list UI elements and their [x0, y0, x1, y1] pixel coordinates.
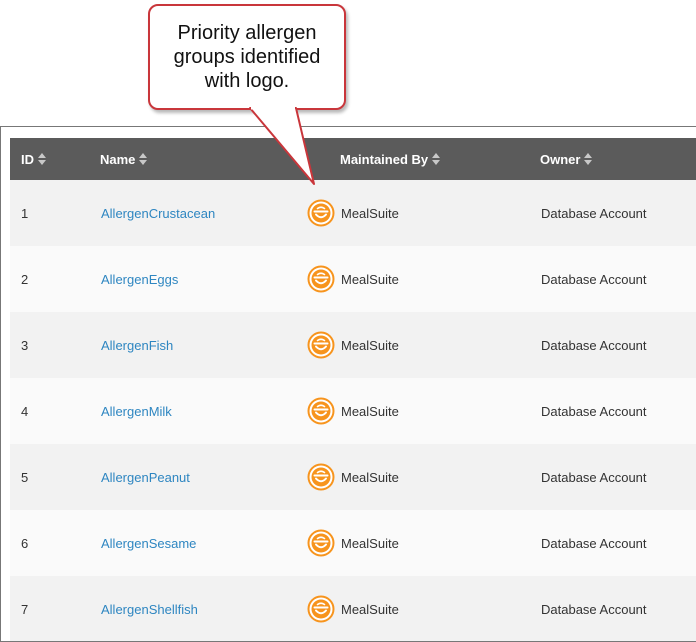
cell-id: 7 — [21, 601, 29, 617]
table-row: 1 AllergenCrustacean MealSuite Database … — [10, 180, 696, 246]
header-owner-label: Owner — [540, 151, 581, 167]
header-name-label: Name — [100, 151, 136, 167]
cell-id: 2 — [21, 271, 29, 287]
mealsuite-logo-icon — [307, 595, 335, 623]
sort-icon[interactable] — [139, 153, 148, 165]
allergen-name-link[interactable]: AllergenEggs — [101, 272, 178, 287]
mealsuite-logo-icon — [307, 199, 335, 227]
table-header: ID Name Maintained By Owner — [10, 138, 696, 180]
mealsuite-logo-icon — [307, 463, 335, 491]
header-id-label: ID — [21, 151, 34, 167]
header-maintained-by[interactable]: Maintained By — [340, 138, 441, 180]
owner-value: Database Account — [541, 469, 647, 485]
header-name[interactable]: Name — [100, 138, 148, 180]
maintained-by-value: MealSuite — [341, 469, 399, 485]
table-row: 5 AllergenPeanut MealSuite Database Acco… — [10, 444, 696, 510]
sort-icon[interactable] — [38, 153, 46, 165]
maintained-by-value: MealSuite — [341, 205, 399, 221]
maintained-by-value: MealSuite — [341, 403, 399, 419]
table-row: 4 AllergenMilk MealSuite Database Accoun… — [10, 378, 696, 444]
maintained-by-value: MealSuite — [341, 271, 399, 287]
callout-line-1: Priority allergen — [177, 22, 317, 44]
cell-id: 3 — [21, 337, 29, 353]
maintained-by-value: MealSuite — [341, 535, 399, 551]
cell-id: 5 — [21, 469, 29, 485]
owner-value: Database Account — [541, 205, 647, 221]
allergen-table: ID Name Maintained By Owner 1 AllergenCr… — [0, 126, 696, 642]
owner-value: Database Account — [541, 601, 647, 617]
table-row: 2 AllergenEggs MealSuite Database Accoun… — [10, 246, 696, 312]
mealsuite-logo-icon — [307, 397, 335, 425]
allergen-name-link[interactable]: AllergenShellfish — [101, 602, 198, 617]
owner-value: Database Account — [541, 403, 647, 419]
table-row: 7 AllergenShellfish MealSuite Database A… — [10, 576, 696, 641]
owner-value: Database Account — [541, 337, 647, 353]
sort-icon[interactable] — [584, 153, 593, 165]
table-row: 3 AllergenFish MealSuite Database Accoun… — [10, 312, 696, 378]
cell-id: 1 — [21, 205, 29, 221]
sort-icon[interactable] — [432, 153, 441, 165]
maintained-by-value: MealSuite — [341, 601, 399, 617]
allergen-name-link[interactable]: AllergenCrustacean — [101, 206, 215, 221]
owner-value: Database Account — [541, 271, 647, 287]
cell-id: 4 — [21, 403, 29, 419]
table-row: 6 AllergenSesame MealSuite Database Acco… — [10, 510, 696, 576]
callout-line-2: groups identified — [173, 46, 321, 68]
mealsuite-logo-icon — [307, 529, 335, 557]
header-maintained-by-label: Maintained By — [340, 151, 429, 167]
allergen-name-link[interactable]: AllergenPeanut — [101, 470, 190, 485]
allergen-name-link[interactable]: AllergenFish — [101, 338, 173, 353]
allergen-name-link[interactable]: AllergenMilk — [101, 404, 172, 419]
annotation-callout: Priority allergen groups identified with… — [148, 4, 346, 110]
header-owner[interactable]: Owner — [540, 138, 593, 180]
maintained-by-value: MealSuite — [341, 337, 399, 353]
table-body: 1 AllergenCrustacean MealSuite Database … — [10, 180, 696, 641]
cell-id: 6 — [21, 535, 29, 551]
owner-value: Database Account — [541, 535, 647, 551]
callout-line-3: with logo. — [204, 70, 290, 92]
mealsuite-logo-icon — [307, 265, 335, 293]
mealsuite-logo-icon — [307, 331, 335, 359]
header-id[interactable]: ID — [21, 138, 46, 180]
allergen-name-link[interactable]: AllergenSesame — [101, 536, 196, 551]
